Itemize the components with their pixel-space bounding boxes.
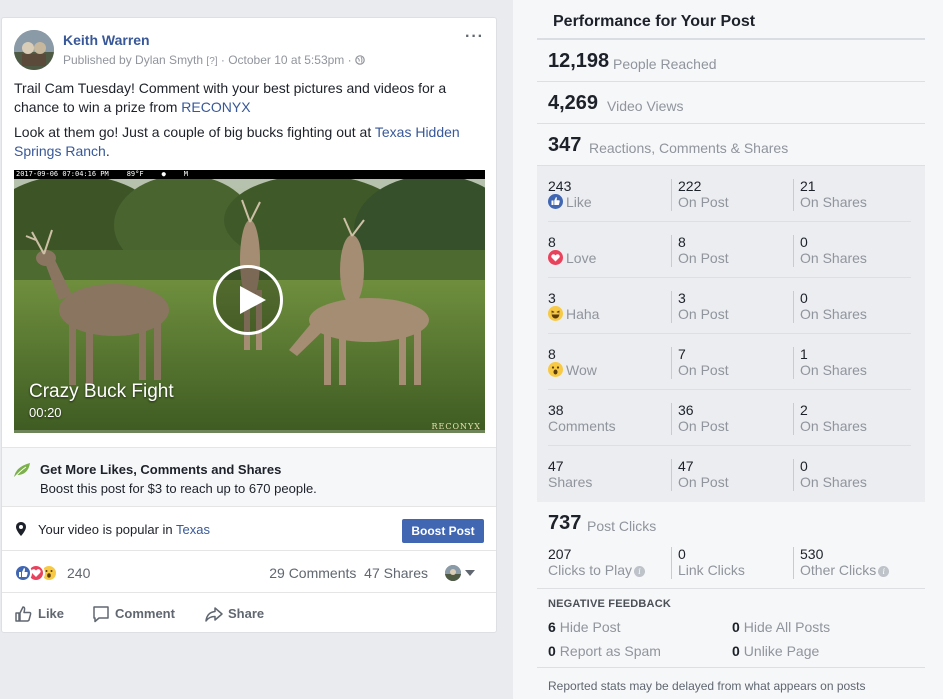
table-row-like: 243 Like 222 On Post 21 On Shares: [537, 166, 925, 222]
engagement-breakdown-table: 243 Like 222 On Post 21 On Shares 8 Love 8…: [537, 166, 925, 502]
location-pin-icon: [16, 522, 26, 536]
boost-post-button[interactable]: Boost Post: [402, 519, 484, 543]
popular-row: Your video is popular in Texas Boost Pos…: [2, 507, 496, 551]
video-progress-bar[interactable]: [14, 430, 485, 433]
link-clicks: 0 Link Clicks: [671, 547, 791, 579]
other-clicks: 530 Other Clicks i: [793, 547, 917, 579]
boost-promo: Get More Likes, Comments and Shares Boos…: [2, 447, 496, 507]
info-icon[interactable]: i: [634, 566, 646, 577]
boost-description: Boost this post for $3 to reach up to 67…: [40, 481, 317, 496]
table-row-love: 8 Love 8 On Post 0 On Shares: [537, 222, 925, 278]
people-reached-stat: 12,198 People Reached: [537, 40, 925, 82]
reactions-summary: 240 29 Comments 47 Shares: [2, 551, 496, 593]
video-duration: 00:20: [29, 405, 62, 420]
author-name[interactable]: Keith Warren: [63, 32, 150, 48]
like-button[interactable]: Like: [14, 604, 74, 624]
comments-count[interactable]: 29 Comments: [269, 565, 356, 581]
share-button[interactable]: Share: [204, 604, 274, 624]
post-card: Keith Warren Published by Dylan Smyth [?…: [1, 17, 497, 633]
like-reaction-icon: [548, 194, 563, 209]
reaction-count[interactable]: 240: [67, 565, 90, 581]
comment-icon: [93, 606, 109, 623]
clicks-breakdown: 207 Clicks to Play i 0 Link Clicks 530 Ot…: [537, 544, 925, 588]
reaction-icons[interactable]: [14, 564, 68, 582]
table-row-haha: 3 Haha 3 On Post 0 On Shares: [537, 278, 925, 334]
like-reaction-icon: [14, 564, 32, 582]
hide-post-stat: 6 Hide Post: [548, 619, 621, 635]
post-actions: Like Comment Share: [2, 593, 496, 633]
location-link[interactable]: Texas: [176, 522, 210, 537]
negative-feedback-title: NEGATIVE FEEDBACK: [548, 598, 671, 610]
popular-text: Your video is popular in Texas: [38, 522, 211, 537]
thumbs-up-icon: [15, 606, 32, 622]
panel-title: Performance for Your Post: [553, 13, 756, 30]
author-avatar[interactable]: [14, 30, 54, 70]
comment-button[interactable]: Comment: [91, 604, 191, 624]
video-title: Crazy Buck Fight: [29, 381, 174, 402]
leaf-icon: [13, 463, 30, 479]
chevron-down-icon[interactable]: [465, 570, 475, 576]
info-icon[interactable]: i: [878, 566, 890, 577]
unlike-page-stat: 0 Unlike Page: [732, 643, 820, 659]
video-player[interactable]: 2017-09-06 07:04:16 PM 89°F ● M Crazy Buck …: [14, 170, 485, 433]
page-avatar[interactable]: [445, 565, 461, 581]
post-text: Trail Cam Tuesday! Comment with your bes…: [14, 80, 460, 159]
more-options-icon[interactable]: ···: [465, 28, 484, 46]
panel-header: Performance for Your Post: [537, 0, 925, 40]
share-arrow-icon: [205, 607, 223, 622]
shares-count[interactable]: 47 Shares: [364, 565, 428, 581]
post-meta: Published by Dylan Smyth [?] · October 1…: [63, 53, 365, 67]
table-row-wow: 8 Wow 7 On Post 1 On Shares: [537, 334, 925, 390]
globe-icon: [355, 55, 365, 65]
table-row-shares: 47 Shares 47 On Post 0 On Shares: [537, 446, 925, 502]
help-mark[interactable]: [?]: [206, 56, 217, 67]
report-spam-stat: 0 Report as Spam: [548, 643, 661, 659]
wow-reaction-icon: [548, 362, 563, 377]
table-row-comments: 38 Comments 36 On Post 2 On Shares: [537, 390, 925, 446]
haha-reaction-icon: [548, 306, 563, 321]
reconyx-link[interactable]: RECONYX: [181, 99, 250, 115]
boost-title: Get More Likes, Comments and Shares: [40, 462, 282, 477]
camera-stamp: 2017-09-06 07:04:16 PM 89°F ● M: [14, 170, 485, 179]
engagement-stat: 347 Reactions, Comments & Shares: [537, 124, 925, 166]
play-icon: [240, 286, 266, 314]
post-clicks-stat: 737 Post Clicks: [548, 512, 657, 534]
performance-panel: Performance for Your Post 12,198 People …: [513, 0, 943, 699]
hide-all-posts-stat: 0 Hide All Posts: [732, 619, 831, 635]
comments-shares-count: 29 Comments 47 Shares: [269, 565, 428, 581]
clicks-to-play: 207 Clicks to Play i: [548, 547, 668, 579]
post-date[interactable]: October 10 at 5:53pm: [228, 53, 344, 67]
video-views-stat: 4,269 Video Views: [537, 82, 925, 124]
negative-feedback: NEGATIVE FEEDBACK 6 Hide Post 0 Hide All P…: [537, 588, 925, 668]
post-header: Keith Warren Published by Dylan Smyth [?…: [14, 28, 484, 70]
published-by[interactable]: Published by Dylan Smyth: [63, 53, 203, 67]
stats-footnote: Reported stats may be delayed from what …: [548, 679, 866, 693]
love-reaction-icon: [548, 250, 563, 265]
play-button[interactable]: [213, 265, 283, 335]
